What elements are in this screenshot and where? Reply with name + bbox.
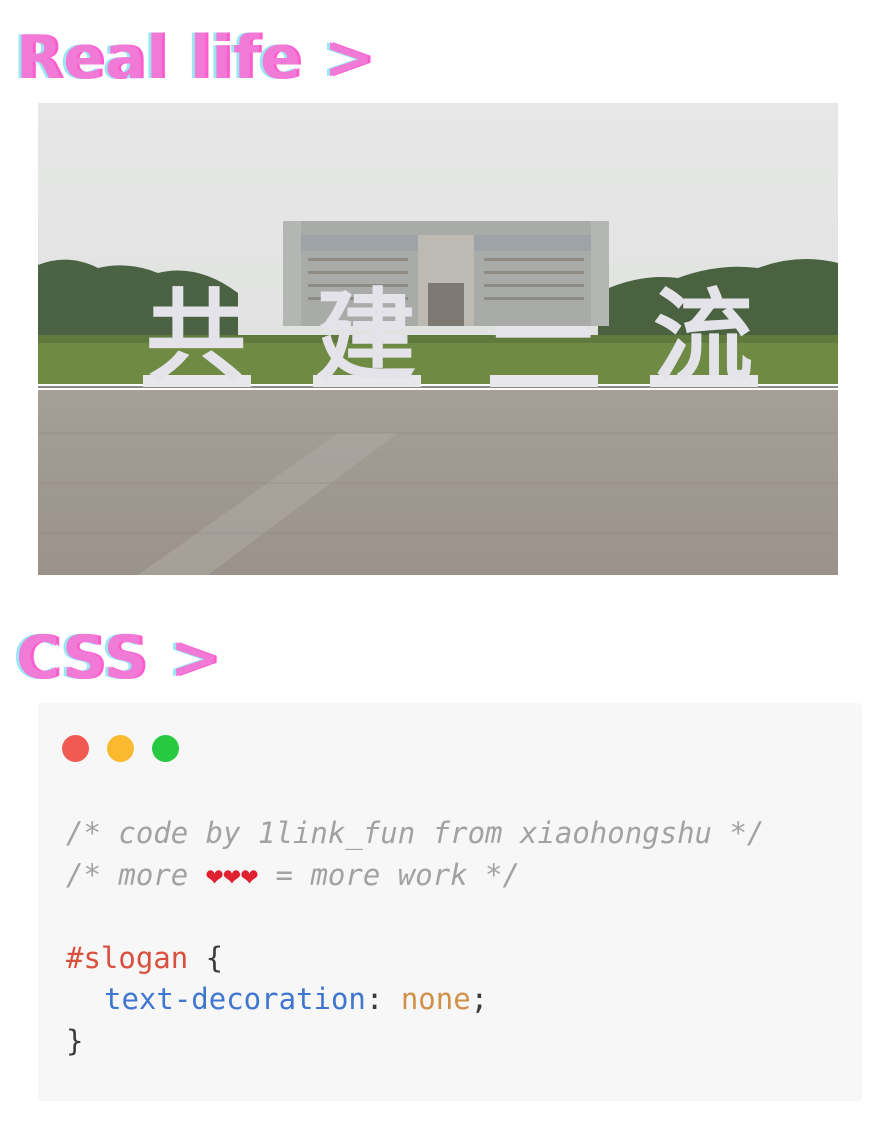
colon: : [365,982,401,1016]
comment-text-after: = more work */ [258,858,520,892]
code-window: /* code by 1link_fun from xiaohongshu */… [38,703,862,1101]
window-minimize-dot [107,735,134,762]
code-comment-credit: /* code by 1link_fun from xiaohongshu */ [66,816,765,850]
sign-character-yi: 一 [493,278,593,395]
sign-character-gong: 共 [146,278,246,395]
campus-photo: 共 建 一 流 [38,103,838,575]
code-declaration-line: text-decoration: none; [104,985,488,1014]
open-brace: { [188,941,224,975]
window-maximize-dot [152,735,179,762]
css-selector: #slogan [66,941,189,975]
window-close-dot [62,735,89,762]
sign-character-jian: 建 [316,278,416,395]
heart-icons: ❤❤❤ [205,858,259,892]
real-life-heading: Real life > [16,23,375,93]
close-brace: } [66,1024,84,1058]
css-heading: CSS > [16,623,222,693]
comment-text-before: /* more [66,858,206,892]
sign-character-liu: 流 [653,278,753,395]
css-value: none [400,982,471,1016]
code-selector-line: #slogan { [66,944,223,973]
semicolon: ; [470,982,489,1016]
css-property: text-decoration [104,982,366,1016]
code-comment-hearts: /* more ❤❤❤ = more work */ [66,861,520,890]
